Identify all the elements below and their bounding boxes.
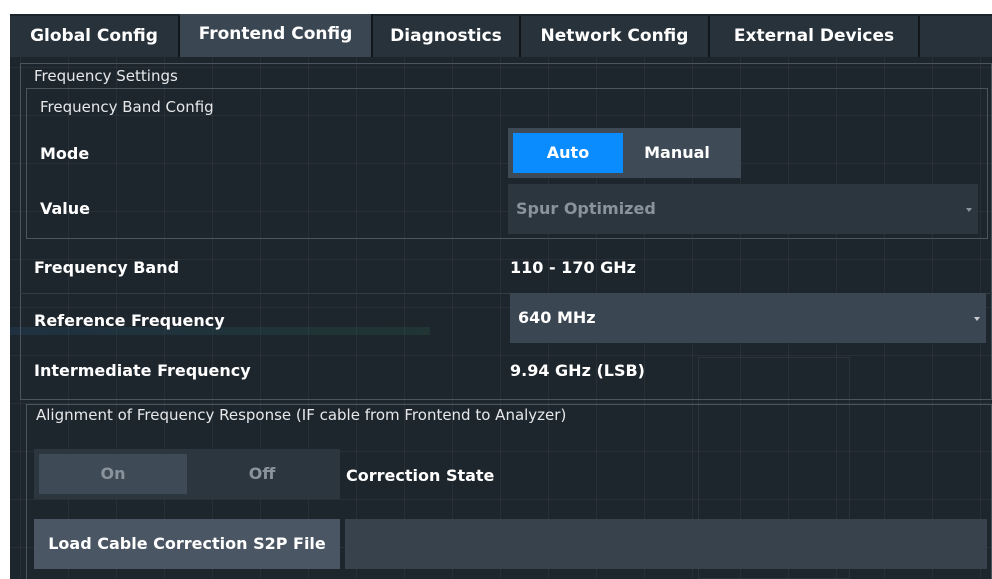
intermediate-frequency-value: 9.94 GHz (LSB) <box>510 361 645 380</box>
correction-state-label: Correction State <box>346 466 495 485</box>
load-cable-correction-button[interactable]: Load Cable Correction S2P File <box>34 519 340 569</box>
tab-diagnostics[interactable]: Diagnostics <box>373 16 521 57</box>
tab-strip-filler <box>920 16 992 57</box>
frontend-config-panel: Frequency Settings Frequency Band Config… <box>10 57 992 579</box>
reference-frequency-dropdown[interactable]: 640 MHz <box>510 293 986 343</box>
tab-bar: Global Config Frontend Config Diagnostic… <box>0 0 992 57</box>
chevron-down-icon <box>966 208 972 212</box>
value-dropdown[interactable]: Spur Optimized <box>508 184 978 234</box>
frequency-band-label: Frequency Band <box>34 258 180 277</box>
correction-off-button[interactable]: Off <box>187 449 337 499</box>
reference-frequency-label: Reference Frequency <box>34 311 225 330</box>
value-label: Value <box>40 199 91 218</box>
alignment-title: Alignment of Frequency Response (IF cabl… <box>36 406 567 424</box>
tab-frontend-config[interactable]: Frontend Config <box>180 14 373 57</box>
reference-frequency-dropdown-text: 640 MHz <box>518 308 596 327</box>
tab-external-devices[interactable]: External Devices <box>710 16 920 57</box>
mode-toggle[interactable]: Auto Manual <box>508 128 741 178</box>
frequency-band-value: 110 - 170 GHz <box>510 258 636 277</box>
tab-global-config[interactable]: Global Config <box>10 16 180 57</box>
correction-on-button[interactable]: On <box>39 454 187 494</box>
tab-network-config[interactable]: Network Config <box>521 16 710 57</box>
chevron-down-icon <box>974 317 980 321</box>
frequency-settings-title: Frequency Settings <box>34 67 178 85</box>
value-dropdown-text: Spur Optimized <box>516 199 656 218</box>
mode-label: Mode <box>40 144 90 163</box>
mode-manual-button[interactable]: Manual <box>623 128 731 178</box>
s2p-file-path-field[interactable] <box>345 519 987 569</box>
mode-auto-button[interactable]: Auto <box>513 133 623 173</box>
correction-state-toggle[interactable]: On Off <box>34 449 340 499</box>
tab-strip: Global Config Frontend Config Diagnostic… <box>10 14 992 57</box>
intermediate-frequency-label: Intermediate Frequency <box>34 361 251 380</box>
frequency-band-config-title: Frequency Band Config <box>40 98 214 116</box>
